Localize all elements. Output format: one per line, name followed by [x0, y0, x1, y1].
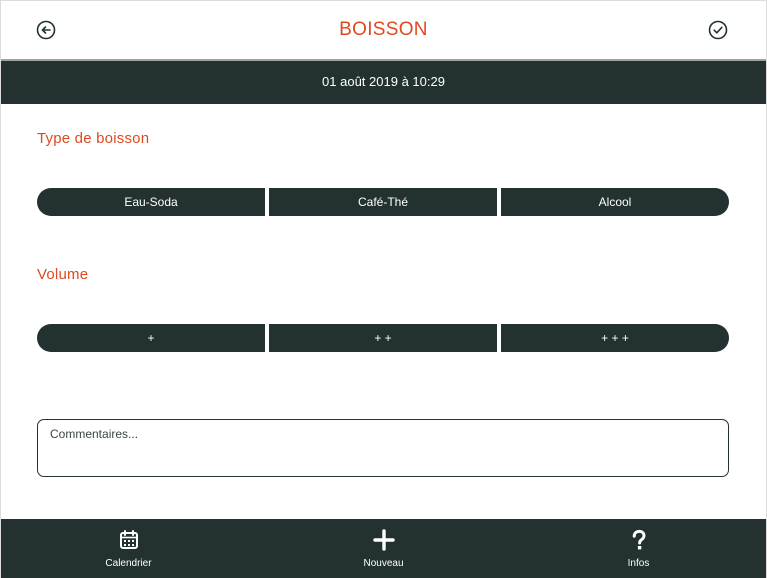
tab-calendar[interactable]: Calendrier [1, 519, 256, 578]
drink-type-water-soda[interactable]: Eau-Soda [37, 188, 265, 216]
confirm-button[interactable] [708, 20, 730, 42]
page-title: BOISSON [339, 19, 428, 40]
volume-large[interactable]: + + + [501, 324, 729, 352]
app-screen: BOISSON 01 août 2019 à 10:29 Type de boi… [0, 0, 767, 578]
tab-new-label: Nouveau [363, 558, 404, 569]
drink-type-label: Type de boisson [37, 130, 150, 147]
volume-medium[interactable]: + + [269, 324, 497, 352]
question-mark-icon [627, 528, 651, 552]
plus-icon [372, 528, 396, 552]
drink-type-coffee-tea[interactable]: Café-Thé [269, 188, 497, 216]
tab-info[interactable]: Infos [511, 519, 766, 578]
check-circle-icon [708, 20, 728, 40]
tab-new[interactable]: Nouveau [256, 519, 511, 578]
tab-calendar-label: Calendrier [105, 558, 152, 569]
comment-input[interactable] [37, 419, 729, 477]
date-time-bar[interactable]: 01 août 2019 à 10:29 [1, 59, 766, 104]
header-bar: BOISSON [1, 0, 766, 59]
volume-selector: + + + + + + [37, 324, 729, 352]
drink-type-selector: Eau-Soda Café-Thé Alcool [37, 188, 729, 216]
bottom-tab-bar: Calendrier Nouveau Infos [1, 519, 766, 578]
volume-small[interactable]: + [37, 324, 265, 352]
calendar-icon [117, 528, 141, 552]
tab-info-label: Infos [627, 558, 650, 569]
drink-type-alcohol[interactable]: Alcool [501, 188, 729, 216]
volume-label: Volume [37, 266, 89, 283]
